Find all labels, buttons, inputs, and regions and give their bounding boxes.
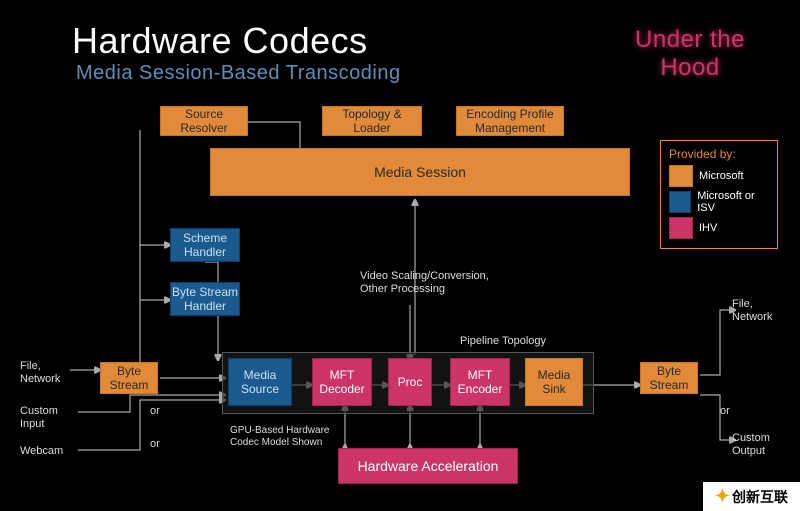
label-gpu-note: GPU-Based Hardware Codec Model Shown [230, 425, 330, 449]
legend-label-microsoft-isv: Microsoft or ISV [697, 190, 769, 214]
label-file-network-left: File, Network [20, 360, 75, 386]
label-custom-output: Custom Output [732, 432, 787, 458]
box-mft-decoder: MFT Decoder [312, 358, 372, 406]
watermark: ✦ 创新互联 [703, 482, 800, 511]
label-file-network-right: File, Network [732, 298, 787, 324]
legend-label-ihv: IHV [699, 222, 717, 234]
label-or2: or [150, 438, 160, 451]
box-encoding-profile: Encoding Profile Management [456, 106, 564, 136]
watermark-text: 创新互联 [732, 487, 788, 507]
legend-label-microsoft: Microsoft [699, 170, 744, 182]
box-proc: Proc [388, 358, 432, 406]
legend-title: Provided by: [669, 147, 769, 161]
label-webcam: Webcam [20, 445, 63, 458]
connectors [0, 0, 800, 511]
label-video-proc: Video Scaling/Conversion, Other Processi… [360, 270, 490, 296]
label-or1: or [150, 405, 160, 418]
box-scheme-handler: Scheme Handler [170, 228, 240, 262]
label-or-right: or [720, 405, 730, 418]
legend-row-ihv: IHV [669, 217, 769, 239]
box-byte-stream-out: Byte Stream [640, 362, 698, 394]
box-media-sink: Media Sink [525, 358, 583, 406]
box-byte-stream-in: Byte Stream [100, 362, 158, 394]
box-hardware-acceleration: Hardware Acceleration [338, 448, 518, 484]
legend-row-microsoft: Microsoft [669, 165, 769, 187]
legend: Provided by: Microsoft Microsoft or ISV … [660, 140, 778, 249]
legend-row-microsoft-isv: Microsoft or ISV [669, 190, 769, 214]
swatch-orange [669, 165, 693, 187]
box-mft-encoder: MFT Encoder [450, 358, 510, 406]
label-custom-input: Custom Input [20, 405, 75, 431]
watermark-icon: ✦ [715, 486, 730, 507]
box-media-source: Media Source [228, 358, 292, 406]
box-source-resolver: Source Resolver [160, 106, 248, 136]
label-pipeline-topology: Pipeline Topology [460, 335, 546, 348]
swatch-pink [669, 217, 693, 239]
box-topology-loader: Topology & Loader [322, 106, 422, 136]
swatch-blue [669, 191, 691, 213]
box-media-session: Media Session [210, 148, 630, 196]
box-byte-stream-handler: Byte Stream Handler [170, 282, 240, 316]
